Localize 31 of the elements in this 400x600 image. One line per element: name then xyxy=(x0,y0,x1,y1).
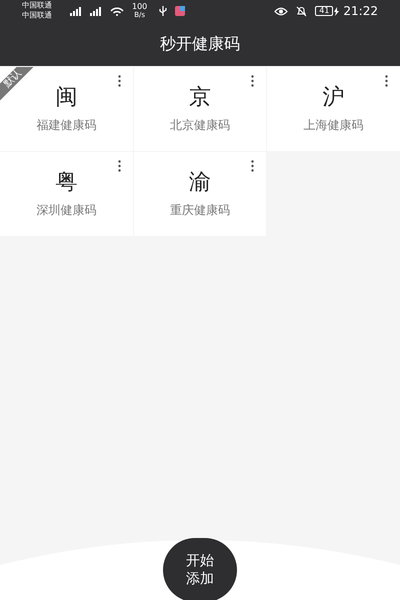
province-glyph: 闽 xyxy=(55,84,78,112)
card-name: 北京健康码 xyxy=(170,116,230,134)
more-icon[interactable] xyxy=(118,160,121,172)
eye-icon xyxy=(274,6,288,16)
province-glyph: 沪 xyxy=(322,84,345,112)
more-icon[interactable] xyxy=(251,75,254,87)
app-icon xyxy=(175,6,186,16)
card-name: 重庆健康码 xyxy=(170,202,230,219)
health-code-card[interactable]: 默认 闽 福建健康码 xyxy=(0,67,133,151)
speed-value: 100 xyxy=(132,3,148,11)
card-name: 福建健康码 xyxy=(36,116,96,134)
battery-icon: 41 xyxy=(315,6,334,16)
wifi-icon xyxy=(110,6,124,16)
health-code-card[interactable]: 沪 上海健康码 xyxy=(267,67,400,151)
bell-off-icon xyxy=(296,6,308,16)
province-glyph: 京 xyxy=(188,84,211,112)
charging-icon xyxy=(334,6,340,16)
province-glyph: 渝 xyxy=(188,169,211,197)
clock-time: 21:22 xyxy=(343,3,378,20)
province-glyph: 粤 xyxy=(55,169,78,197)
usb-icon xyxy=(159,6,168,16)
health-code-card[interactable]: 京 北京健康码 xyxy=(134,67,266,151)
card-name: 深圳健康码 xyxy=(36,202,96,219)
more-icon[interactable] xyxy=(118,75,121,87)
card-name: 上海健康码 xyxy=(304,116,364,134)
app-title: 秒开健康码 xyxy=(160,33,240,55)
health-code-card[interactable]: 粤 深圳健康码 xyxy=(0,152,133,236)
more-icon[interactable] xyxy=(251,160,254,172)
health-code-card[interactable]: 渝 重庆健康码 xyxy=(134,152,266,236)
more-icon[interactable] xyxy=(385,75,388,87)
default-label: 默认 xyxy=(2,68,24,90)
